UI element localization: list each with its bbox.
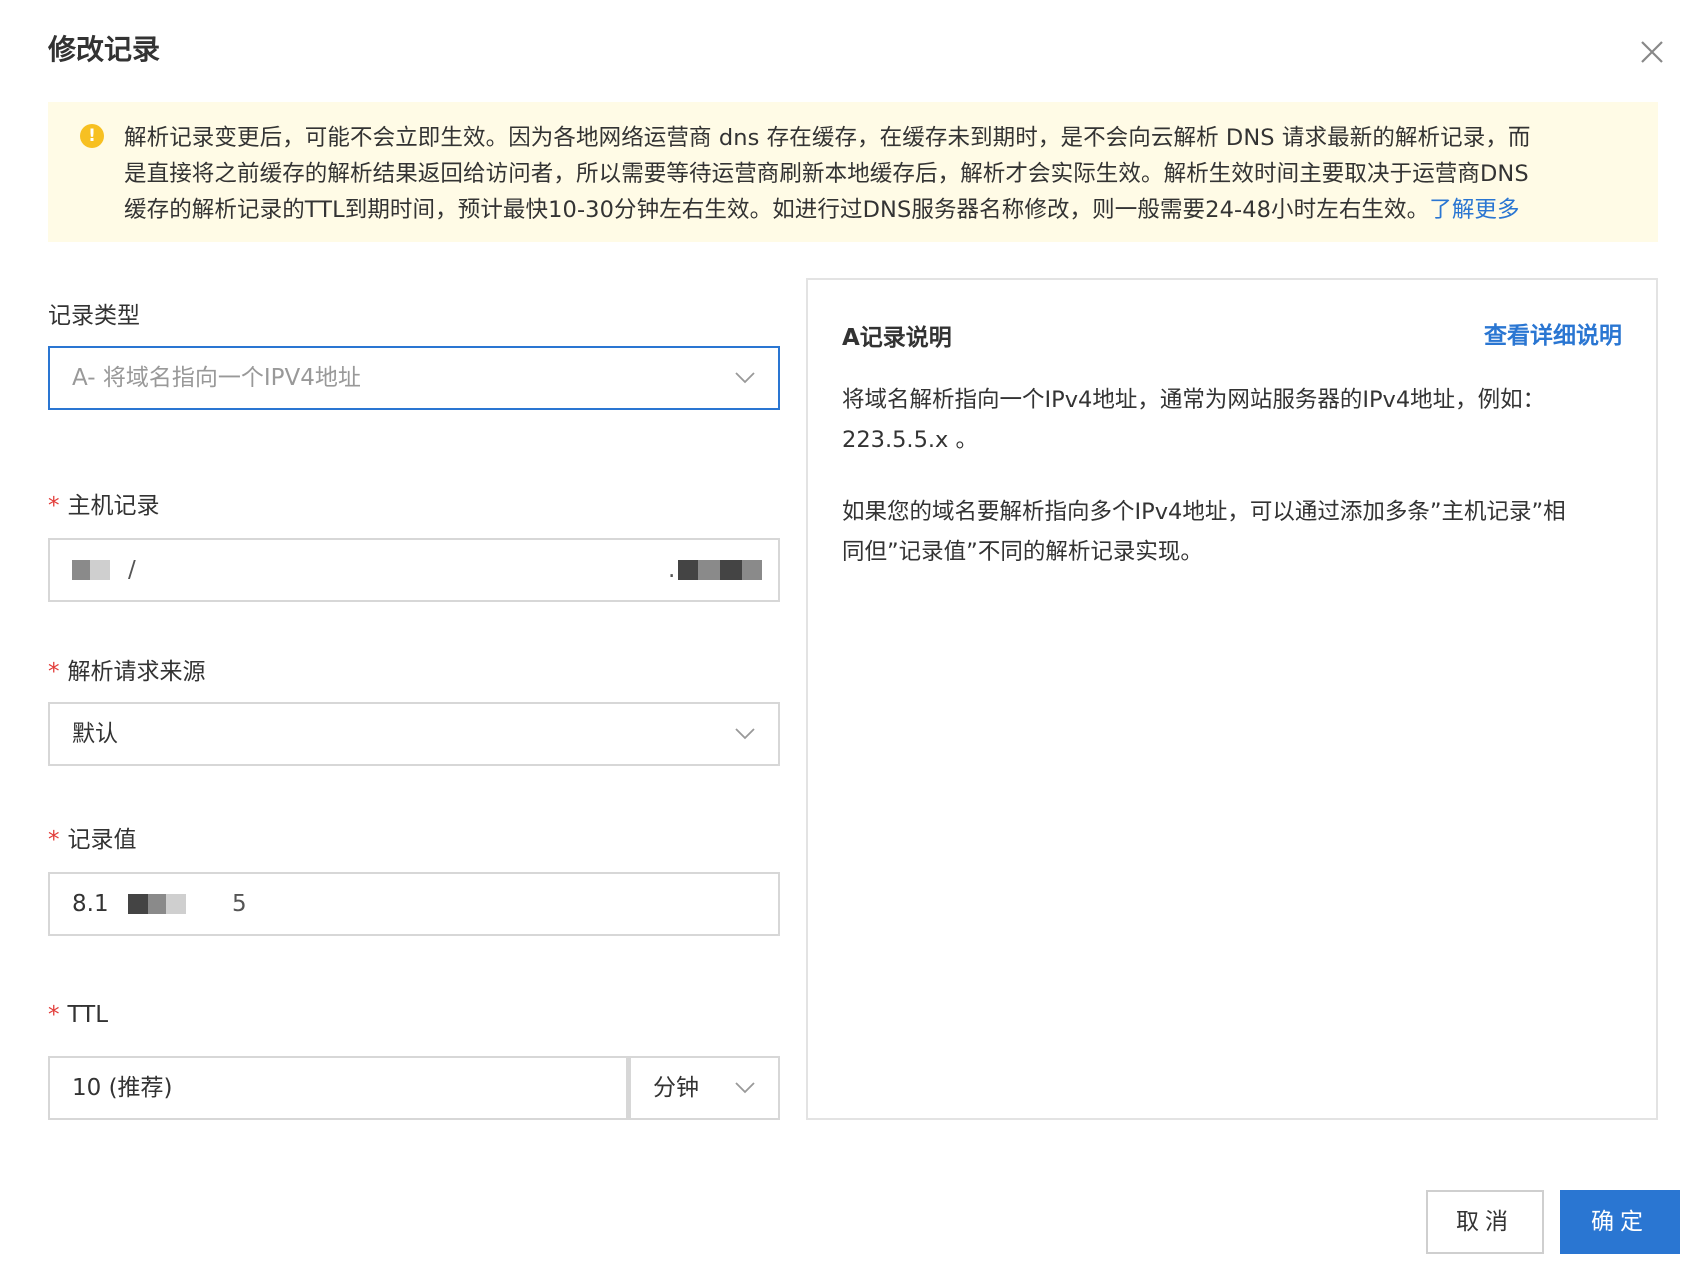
description-paragraph: 将域名解析指向一个IPv4地址，通常为网站服务器的IPv4地址，例如： 223.…: [842, 380, 1622, 460]
ttl-unit-value: 分钟: [653, 1075, 699, 1101]
cancel-button[interactable]: 取消: [1426, 1190, 1544, 1254]
source-label-text: 解析请求来源: [67, 659, 206, 685]
notice-text: 解析记录变更后，可能不会立即生效。因为各地网络运营商 dns 存在缓存，在缓存未…: [124, 120, 1618, 228]
notice-line: 是直接将之前缓存的解析结果返回给访问者，所以需要等待运营商刷新本地缓存后，解析才…: [124, 161, 1529, 187]
view-details-link[interactable]: 查看详细说明: [1484, 316, 1622, 350]
masked-text: [678, 560, 698, 580]
source-label: * 解析请求来源: [48, 652, 206, 686]
record-type-value: A- 将域名指向一个IPV4地址: [72, 365, 361, 391]
close-icon: [1641, 41, 1663, 63]
host-record-label-text: 主机记录: [67, 493, 160, 519]
host-value-suffix: .: [668, 557, 676, 583]
ttl-label-text: TTL: [67, 1002, 109, 1028]
host-record-label: * 主机记录: [48, 486, 160, 520]
notice-line: 缓存的解析记录的TTL到期时间，预计最快10-30分钟左右生效。如进行过DNS服…: [124, 192, 1618, 228]
chevron-down-icon: [734, 366, 756, 388]
record-type-label-text: 记录类型: [48, 303, 140, 329]
record-type-select[interactable]: A- 将域名指向一个IPV4地址: [48, 346, 780, 410]
learn-more-link[interactable]: 了解更多: [1429, 197, 1519, 223]
masked-text: [148, 894, 166, 914]
masked-text: [698, 560, 720, 580]
masked-text: [90, 560, 110, 580]
description-line: 将域名解析指向一个IPv4地址，通常为网站服务器的IPv4地址，例如：: [842, 387, 1546, 413]
description-line: 如果您的域名要解析指向多个IPv4地址，可以通过添加多条”主机记录”相: [842, 499, 1566, 525]
record-value-prefix: 8.1: [72, 891, 109, 917]
required-mark: *: [48, 659, 60, 685]
close-button[interactable]: [1636, 36, 1668, 68]
confirm-button[interactable]: 确定: [1560, 1190, 1680, 1254]
record-value-suffix: 5: [232, 891, 247, 917]
record-type-label: 记录类型: [48, 296, 140, 330]
source-select[interactable]: 默认: [48, 702, 780, 766]
ttl-label: * TTL: [48, 1002, 108, 1028]
description-line: 同但”记录值”不同的解析记录实现。: [842, 539, 1203, 565]
masked-text: [166, 894, 186, 914]
ttl-input[interactable]: 10 (推荐): [48, 1056, 628, 1120]
masked-text: [742, 560, 762, 580]
record-value-input[interactable]: 8.1 5: [48, 872, 780, 936]
chevron-down-icon: [734, 722, 756, 744]
ttl-value: 10 (推荐): [72, 1075, 173, 1101]
dialog-title: 修改记录: [48, 33, 161, 66]
required-mark: *: [48, 1002, 60, 1028]
host-record-input[interactable]: / .: [48, 538, 780, 602]
description-paragraph: 如果您的域名要解析指向多个IPv4地址，可以通过添加多条”主机记录”相 同但”记…: [842, 492, 1622, 572]
ttl-unit-select[interactable]: 分钟: [628, 1056, 780, 1120]
source-value: 默认: [72, 721, 118, 747]
chevron-down-icon: [734, 1076, 756, 1098]
description-line: 223.5.5.x 。: [842, 427, 978, 453]
edit-record-dialog: 修改记录 ! 解析记录变更后，可能不会立即生效。因为各地网络运营商 dns 存在…: [0, 0, 1700, 1264]
masked-text: [72, 560, 90, 580]
notice-line-text: 缓存的解析记录的TTL到期时间，预计最快10-30分钟左右生效。如进行过DNS服…: [124, 197, 1430, 223]
record-value-label: * 记录值: [48, 820, 137, 854]
host-value-prefix: /: [128, 557, 136, 583]
required-mark: *: [48, 827, 60, 853]
warning-circle-icon: !: [80, 124, 104, 148]
masked-text: [128, 894, 148, 914]
masked-text: [720, 560, 742, 580]
required-mark: *: [48, 493, 60, 519]
notice-line: 解析记录变更后，可能不会立即生效。因为各地网络运营商 dns 存在缓存，在缓存未…: [124, 125, 1531, 151]
record-description-panel: A记录说明 查看详细说明 将域名解析指向一个IPv4地址，通常为网站服务器的IP…: [806, 278, 1658, 1120]
record-value-label-text: 记录值: [67, 827, 137, 853]
notice-banner: ! 解析记录变更后，可能不会立即生效。因为各地网络运营商 dns 存在缓存，在缓…: [48, 102, 1658, 242]
